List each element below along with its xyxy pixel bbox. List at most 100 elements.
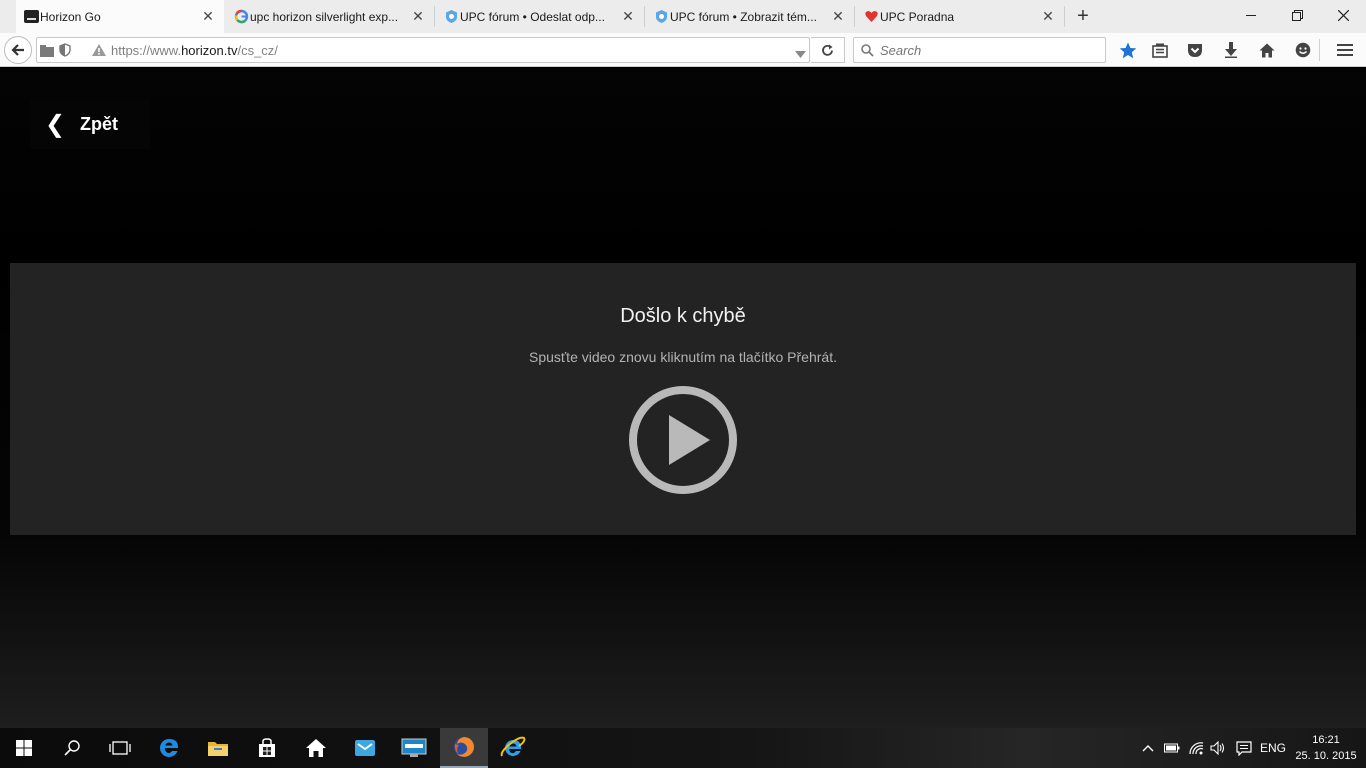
- search-input[interactable]: [880, 42, 1100, 58]
- tab-horizon-go[interactable]: Horizon Go ✕: [16, 0, 224, 33]
- store-button[interactable]: [243, 728, 291, 768]
- chat-smiley-icon: [1295, 42, 1311, 58]
- close-tab-icon[interactable]: ✕: [410, 8, 426, 24]
- error-panel: Došlo k chybě Spusťte video znovu kliknu…: [10, 263, 1356, 535]
- error-title: Došlo k chybě: [620, 305, 746, 327]
- windows-taskbar: ENG 16:21 25. 10. 2015: [0, 728, 1366, 768]
- volume-button[interactable]: [1208, 728, 1228, 768]
- url-domain: horizon.tv: [181, 43, 238, 58]
- restore-button[interactable]: [1274, 0, 1320, 30]
- tab-bar: Horizon Go ✕ upc horizon silverlight exp…: [0, 0, 1366, 33]
- network-button[interactable]: [1186, 728, 1206, 768]
- back-label: Zpět: [80, 113, 118, 134]
- task-view-button[interactable]: [96, 728, 144, 768]
- clock[interactable]: 16:21 25. 10. 2015: [1290, 732, 1362, 764]
- warning-icon[interactable]: [91, 43, 107, 57]
- file-explorer-icon: [208, 742, 228, 756]
- tab-label: Horizon Go: [40, 9, 101, 24]
- url-path: /cs_cz/: [237, 43, 278, 58]
- pocket-button[interactable]: [1185, 41, 1205, 59]
- tab-label: UPC fórum • Odeslat odp...: [460, 9, 605, 24]
- page-content: ❮ Zpět Došlo k chybě Spusťte video znovu…: [0, 68, 1366, 728]
- battery-button[interactable]: [1162, 728, 1182, 768]
- play-button[interactable]: [628, 385, 738, 495]
- home-app-button[interactable]: [292, 728, 340, 768]
- show-hidden-icons-button[interactable]: [1138, 728, 1158, 768]
- address-bar[interactable]: https://www.horizon.tv/cs_cz/: [36, 37, 810, 63]
- start-icon: [16, 740, 32, 756]
- firefox-icon: [454, 737, 474, 757]
- edge-taskbar-button[interactable]: [145, 728, 193, 768]
- back-arrow-icon: [11, 44, 24, 56]
- new-tab-button[interactable]: +: [1072, 5, 1094, 27]
- search-button[interactable]: [48, 728, 96, 768]
- file-explorer-button[interactable]: [194, 728, 242, 768]
- lenovo-icon: [401, 738, 427, 757]
- clock-time: 16:21: [1312, 734, 1340, 746]
- lenovo-app-button[interactable]: [390, 728, 438, 768]
- url-text[interactable]: https://www.horizon.tv/cs_cz/: [111, 43, 278, 58]
- reading-list-icon: [1152, 43, 1168, 58]
- google-icon: [234, 9, 249, 24]
- close-icon: [1337, 9, 1349, 21]
- tab-separator: [854, 6, 855, 27]
- horizon-go-icon: [24, 9, 39, 24]
- start-button[interactable]: [0, 728, 48, 768]
- reload-button[interactable]: [811, 37, 845, 63]
- tab-separator: [644, 6, 645, 27]
- notification-icon: [1236, 740, 1252, 756]
- close-tab-icon[interactable]: ✕: [1040, 8, 1056, 24]
- back-page-button[interactable]: ❮ Zpět: [30, 99, 150, 149]
- chevron-left-icon: ❮: [44, 110, 66, 138]
- mail-icon: [355, 740, 375, 756]
- hamburger-menu-icon: [1337, 44, 1353, 56]
- search-icon: [861, 44, 874, 62]
- minimize-button[interactable]: [1228, 0, 1274, 30]
- minimize-icon: [1245, 14, 1256, 16]
- error-message: Spusťte video znovu kliknutím na tlačítk…: [529, 349, 837, 365]
- close-tab-icon[interactable]: ✕: [830, 8, 846, 24]
- search-box[interactable]: [853, 37, 1106, 63]
- chevron-up-icon: [1142, 745, 1154, 752]
- speaker-icon: [1210, 741, 1225, 755]
- internet-explorer-button[interactable]: [489, 728, 537, 768]
- tracking-shield-icon[interactable]: [59, 43, 71, 57]
- tab-label: UPC Poradna: [880, 9, 955, 24]
- tab-upc-forum-reply[interactable]: UPC fórum • Odeslat odp... ✕: [436, 0, 644, 33]
- tab-label: upc horizon silverlight exp...: [250, 9, 399, 24]
- tab-separator: [1064, 6, 1065, 27]
- open-menu-button[interactable]: [1335, 41, 1355, 59]
- internet-explorer-icon: [500, 736, 526, 757]
- star-icon: [1119, 42, 1137, 58]
- action-center-button[interactable]: [1234, 728, 1254, 768]
- tab-upc-poradna[interactable]: UPC Poradna ✕: [856, 0, 1064, 33]
- home-button[interactable]: [1257, 41, 1277, 59]
- play-icon: [629, 386, 737, 494]
- tab-google-search[interactable]: upc horizon silverlight exp... ✕: [226, 0, 434, 33]
- back-button[interactable]: [4, 36, 32, 64]
- bookmarks-menu-button[interactable]: [1150, 41, 1170, 59]
- downloads-button[interactable]: [1221, 41, 1241, 59]
- mail-app-button[interactable]: [341, 728, 389, 768]
- firefox-taskbar-button[interactable]: [440, 728, 488, 768]
- task-view-icon: [109, 741, 131, 755]
- tab-upc-forum-topic[interactable]: UPC fórum • Zobrazit tém... ✕: [646, 0, 854, 33]
- identity-icon[interactable]: [40, 44, 54, 57]
- tab-separator: [434, 6, 435, 27]
- navigation-toolbar: https://www.horizon.tv/cs_cz/: [0, 33, 1366, 67]
- search-icon: [64, 740, 80, 756]
- url-prefix: https://www.: [111, 43, 182, 58]
- wifi-icon: [1189, 742, 1204, 755]
- download-arrow-icon: [1225, 42, 1237, 58]
- hello-button[interactable]: [1293, 41, 1313, 59]
- reload-icon: [822, 44, 833, 56]
- close-window-button[interactable]: [1320, 0, 1366, 30]
- restore-icon: [1291, 9, 1303, 21]
- battery-icon: [1164, 743, 1180, 753]
- upc-forum-icon: [444, 9, 459, 24]
- url-dropdown-icon[interactable]: [795, 46, 806, 64]
- bookmark-star-button[interactable]: [1118, 41, 1138, 59]
- close-tab-icon[interactable]: ✕: [620, 8, 636, 24]
- language-indicator[interactable]: ENG: [1258, 728, 1288, 768]
- close-tab-icon[interactable]: ✕: [200, 8, 216, 24]
